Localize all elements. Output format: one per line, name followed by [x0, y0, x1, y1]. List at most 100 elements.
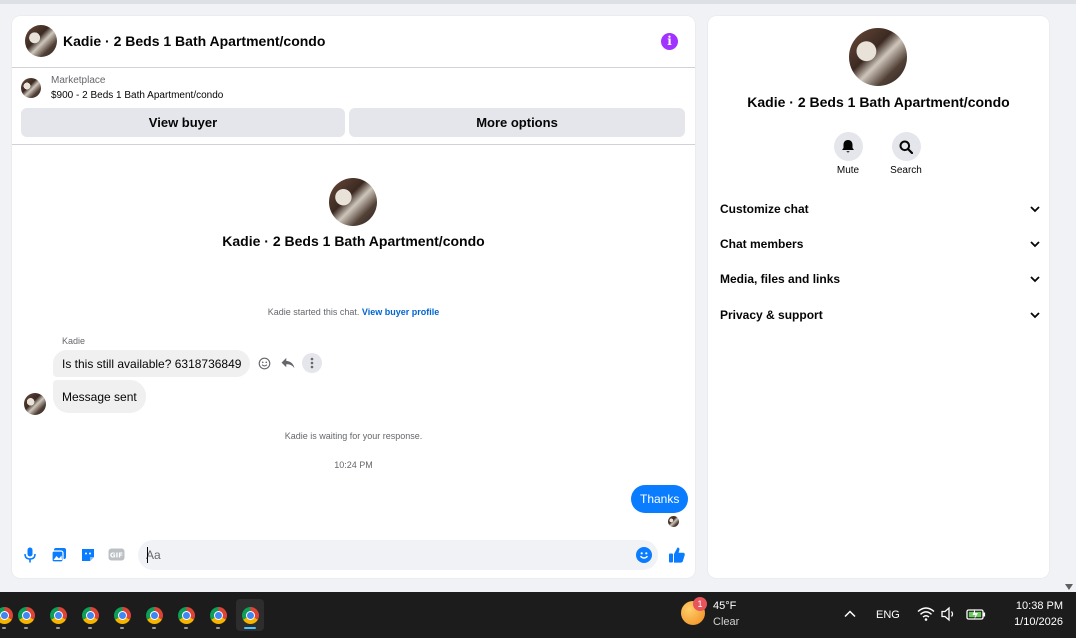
section-label: Customize chat — [720, 202, 809, 216]
message-bubble-outgoing[interactable]: Thanks — [631, 485, 689, 513]
running-indicator — [184, 627, 188, 629]
section-media-files-links[interactable]: Media, files and links — [720, 264, 1040, 294]
message-input[interactable] — [146, 546, 616, 564]
taskbar-chrome-app[interactable] — [108, 599, 136, 631]
running-indicator — [88, 627, 92, 629]
chrome-icon — [241, 606, 259, 624]
running-indicator — [120, 627, 124, 629]
chrome-icon — [209, 606, 227, 624]
scroll-down-arrow[interactable] — [1064, 578, 1074, 590]
sender-avatar[interactable] — [24, 393, 46, 415]
weather-notification-badge: 1 — [693, 597, 707, 611]
conversation-avatar — [329, 178, 377, 226]
running-indicator — [2, 627, 6, 629]
chevron-down-icon — [1030, 310, 1040, 320]
message-composer: GIF — [12, 538, 695, 572]
listing-avatar[interactable] — [25, 25, 57, 57]
chrome-icon — [0, 606, 13, 624]
message-bubble-incoming[interactable]: Message sent — [53, 380, 146, 413]
chat-header: Kadie · 2 Beds 1 Bath Apartment/condo i — [12, 16, 695, 68]
chevron-up-icon[interactable] — [843, 607, 857, 621]
conversation-title: Kadie · 2 Beds 1 Bath Apartment/condo — [222, 233, 485, 249]
sender-name: Kadie — [62, 336, 86, 346]
section-chat-members[interactable]: Chat members — [720, 229, 1040, 259]
section-label: Media, files and links — [720, 272, 841, 286]
active-indicator — [244, 627, 256, 629]
reply-icon[interactable] — [278, 353, 298, 373]
running-indicator — [152, 627, 156, 629]
clock-time[interactable]: 10:38 PM — [1003, 600, 1063, 612]
taskbar-chrome-app[interactable] — [172, 599, 200, 631]
search-action[interactable]: Search — [886, 132, 926, 176]
view-buyer-button[interactable]: View buyer — [21, 108, 345, 137]
message-timestamp: 10:24 PM — [334, 460, 373, 470]
taskbar-chrome-app[interactable] — [44, 599, 72, 631]
bell-icon[interactable] — [833, 132, 863, 161]
chrome-icon — [145, 606, 163, 624]
search-icon[interactable] — [891, 132, 921, 161]
more-options-button[interactable]: More options — [349, 108, 685, 137]
section-label: Chat members — [720, 237, 804, 251]
search-label: Search — [890, 165, 922, 176]
taskbar-chrome-app[interactable] — [140, 599, 168, 631]
chevron-down-icon — [1030, 239, 1040, 249]
weather-condition[interactable]: Clear — [713, 616, 739, 628]
mute-label: Mute — [836, 165, 860, 176]
chat-started-notice: Kadie started this chat. View buyer prof… — [12, 307, 695, 317]
running-indicator — [216, 627, 220, 629]
image-icon[interactable] — [50, 546, 67, 563]
started-text: Kadie started this chat. — [267, 307, 360, 317]
chrome-icon — [81, 606, 99, 624]
section-privacy-support[interactable]: Privacy & support — [720, 300, 1040, 330]
marketplace-listing[interactable]: Marketplace $900 - 2 Beds 1 Bath Apartme… — [12, 69, 695, 107]
mute-action[interactable]: Mute — [828, 132, 868, 176]
microphone-icon[interactable] — [21, 546, 38, 563]
wifi-icon[interactable] — [917, 606, 935, 622]
taskbar-chrome-app[interactable] — [12, 599, 40, 631]
message-input-box[interactable] — [138, 540, 658, 570]
chat-panel: Kadie · 2 Beds 1 Bath Apartment/condo i … — [12, 16, 695, 578]
section-label: Privacy & support — [720, 308, 823, 322]
text-caret — [147, 547, 148, 563]
windows-taskbar — [0, 592, 1076, 638]
gif-icon[interactable]: GIF — [108, 546, 125, 563]
language-indicator[interactable]: ENG — [876, 609, 900, 621]
chrome-icon — [49, 606, 67, 624]
taskbar-chrome-app-active[interactable] — [236, 599, 264, 631]
sticker-icon[interactable] — [79, 546, 96, 563]
chrome-icon — [177, 606, 195, 624]
more-actions-icon[interactable] — [302, 353, 322, 373]
info-avatar[interactable] — [849, 28, 907, 86]
section-customize-chat[interactable]: Customize chat — [720, 194, 1040, 224]
message-actions — [254, 353, 322, 373]
info-icon[interactable]: i — [661, 33, 678, 50]
listing-price-title: $900 - 2 Beds 1 Bath Apartment/condo — [51, 90, 224, 101]
chevron-down-icon — [1030, 204, 1040, 214]
weather-temperature[interactable]: 45°F — [713, 600, 736, 612]
svg-text:GIF: GIF — [110, 552, 123, 560]
header-divider — [12, 144, 695, 145]
waiting-notice: Kadie is waiting for your response. — [284, 431, 423, 441]
top-divider — [0, 0, 1076, 4]
message-bubble-incoming[interactable]: Is this still available? 6318736849 — [53, 350, 251, 377]
emoji-icon[interactable] — [636, 547, 652, 563]
volume-icon[interactable] — [940, 606, 958, 622]
info-title: Kadie · 2 Beds 1 Bath Apartment/condo — [747, 94, 1010, 110]
read-receipt-avatar — [668, 516, 679, 527]
running-indicator — [24, 627, 28, 629]
react-emoji-icon[interactable] — [254, 353, 274, 373]
chevron-down-icon — [1030, 274, 1040, 284]
battery-charging-icon[interactable] — [966, 606, 986, 622]
view-buyer-profile-link[interactable]: View buyer profile — [362, 307, 439, 317]
chrome-icon — [17, 606, 35, 624]
taskbar-chrome-app[interactable] — [204, 599, 232, 631]
running-indicator — [56, 627, 60, 629]
chat-title[interactable]: Kadie · 2 Beds 1 Bath Apartment/condo — [63, 33, 325, 49]
taskbar-chrome-app[interactable] — [76, 599, 104, 631]
listing-thumbnail — [21, 78, 41, 98]
clock-date[interactable]: 1/10/2026 — [993, 616, 1063, 628]
chrome-icon — [113, 606, 131, 624]
marketplace-label: Marketplace — [51, 75, 106, 86]
like-icon[interactable] — [668, 546, 686, 564]
chat-info-panel: Kadie · 2 Beds 1 Bath Apartment/condo Mu… — [708, 16, 1049, 578]
